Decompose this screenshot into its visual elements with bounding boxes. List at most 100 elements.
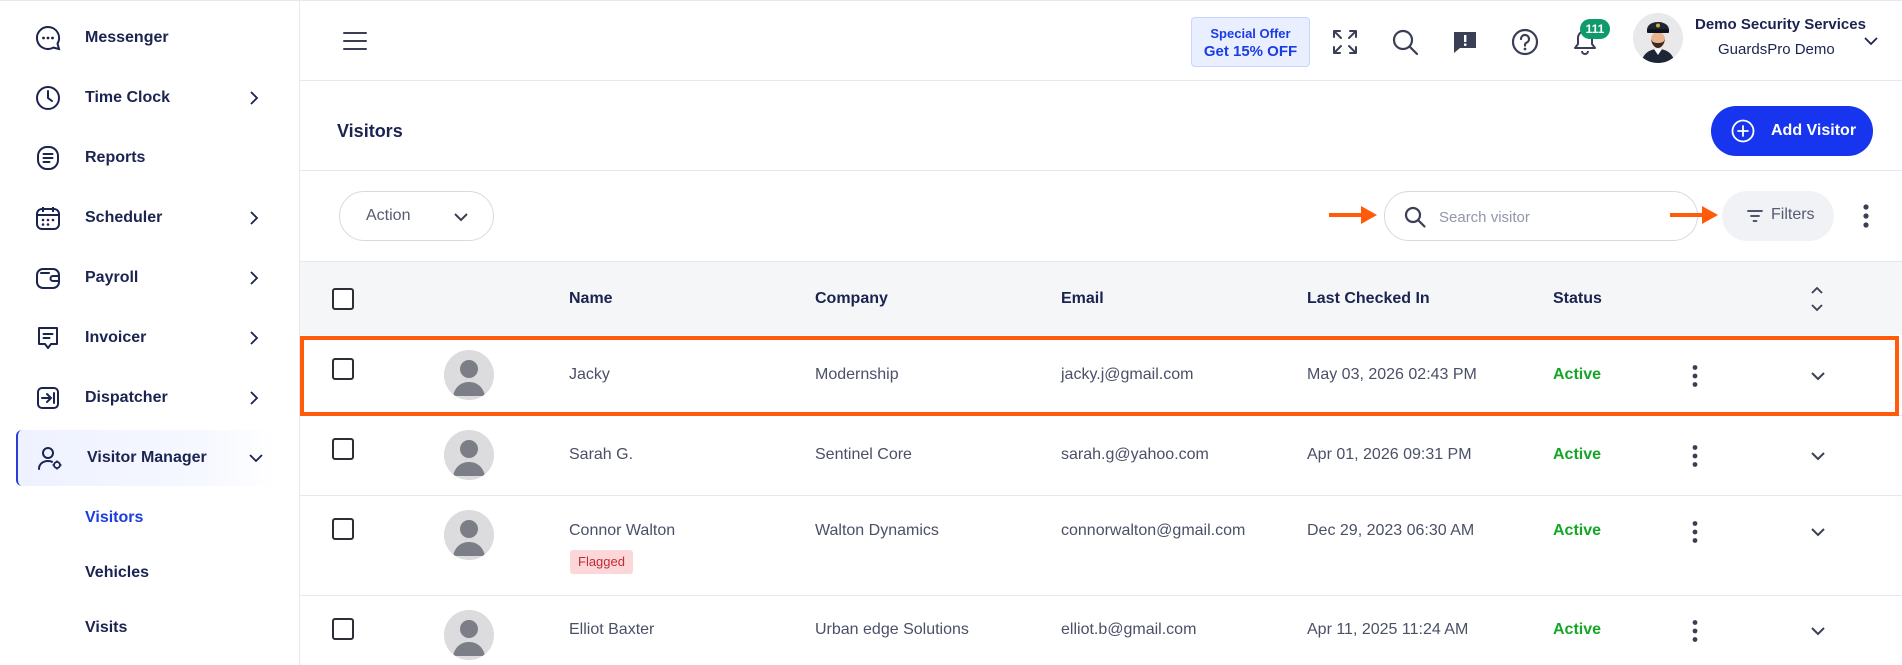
sidebar-item-visitor-manager[interactable]: Visitor Manager	[16, 430, 278, 486]
guard-avatar-icon	[1633, 13, 1683, 63]
visitor-manager-icon	[38, 447, 62, 470]
plus-circle-icon	[1731, 119, 1755, 143]
visitor-last-checked-in: Dec 29, 2023 06:30 AM	[1307, 522, 1475, 539]
visitor-avatar	[444, 350, 494, 400]
row-more-options-icon[interactable]	[1691, 444, 1699, 468]
fullscreen-icon[interactable]	[1330, 27, 1360, 57]
flagged-badge: Flagged	[570, 550, 633, 574]
add-visitor-button[interactable]: Add Visitor	[1711, 106, 1873, 156]
table-row[interactable]: Elliot Baxter Urban edge Solutions ellio…	[300, 596, 1902, 665]
visitor-company: Urban edge Solutions	[815, 621, 969, 638]
status-badge: Active	[1553, 621, 1602, 638]
action-dropdown[interactable]: Action	[339, 191, 494, 241]
column-header-status[interactable]: Status	[1553, 290, 1602, 308]
sidebar: Messenger Time Clock Reports Scheduler P…	[0, 0, 300, 665]
select-all-checkbox[interactable]	[332, 288, 354, 310]
expand-row-chevron-icon[interactable]	[1809, 523, 1827, 541]
table-row[interactable]: Sarah G. Sentinel Core sarah.g@yahoo.com…	[300, 416, 1902, 496]
sidebar-item-label: Messenger	[85, 29, 169, 46]
sidebar-subitem-visits[interactable]: Visits	[85, 619, 127, 637]
row-checkbox[interactable]	[332, 358, 354, 380]
table-row[interactable]: Connor Walton Flagged Walton Dynamics co…	[300, 496, 1902, 596]
visitor-avatar	[444, 510, 494, 560]
expand-row-chevron-icon[interactable]	[1809, 367, 1827, 385]
sidebar-item-reports[interactable]: Reports	[16, 130, 278, 186]
visitor-avatar	[444, 430, 494, 480]
sidebar-subitem-vehicles[interactable]: Vehicles	[85, 564, 149, 582]
filters-button[interactable]: Filters	[1722, 191, 1834, 241]
person-placeholder-icon	[444, 610, 494, 660]
column-header-email[interactable]: Email	[1061, 290, 1104, 308]
special-offer-button[interactable]: Special Offer Get 15% OFF	[1191, 17, 1310, 67]
visitor-email: sarah.g@yahoo.com	[1061, 446, 1209, 463]
row-checkbox[interactable]	[332, 618, 354, 640]
visitor-last-checked-in: Apr 01, 2026 09:31 PM	[1307, 446, 1472, 463]
divider	[300, 170, 1902, 171]
sidebar-item-dispatcher[interactable]: Dispatcher	[16, 370, 278, 426]
account-name: GuardsPro Demo	[1718, 41, 1835, 58]
sidebar-item-scheduler[interactable]: Scheduler	[16, 190, 278, 246]
hamburger-menu-icon[interactable]	[342, 30, 368, 52]
help-icon[interactable]	[1510, 27, 1540, 57]
add-visitor-label: Add Visitor	[1771, 122, 1857, 139]
topbar: Special Offer Get 15% OFF 111 Demo Secur…	[300, 0, 1902, 81]
visitor-company: Modernship	[815, 366, 899, 383]
table-header: Name Company Email Last Checked In Statu…	[300, 261, 1902, 335]
sidebar-item-invoicer[interactable]: Invoicer	[16, 310, 278, 366]
annotation-arrow-icon	[1670, 206, 1718, 224]
column-header-company[interactable]: Company	[815, 290, 888, 308]
chevron-down-icon[interactable]	[1862, 32, 1880, 50]
filter-icon	[1747, 210, 1763, 222]
table-row[interactable]: Jacky Modernship jacky.j@gmail.com May 0…	[300, 336, 1902, 416]
invoice-icon	[38, 327, 58, 349]
sidebar-item-messenger[interactable]: Messenger	[16, 10, 278, 66]
search-visitor-field	[1384, 191, 1698, 241]
row-more-options-icon[interactable]	[1691, 520, 1699, 544]
sidebar-item-label: Invoicer	[85, 329, 147, 346]
row-more-options-icon[interactable]	[1691, 619, 1699, 643]
visitor-name[interactable]: Sarah G.	[569, 446, 633, 464]
visitor-avatar	[444, 610, 494, 660]
row-checkbox[interactable]	[332, 518, 354, 540]
sidebar-item-label: Dispatcher	[85, 389, 168, 406]
user-avatar[interactable]	[1633, 13, 1683, 63]
notification-badge: 111	[1580, 19, 1610, 39]
offer-discount: Get 15% OFF	[1203, 43, 1298, 60]
visitor-email: jacky.j@gmail.com	[1061, 366, 1194, 383]
visitor-email: elliot.b@gmail.com	[1061, 621, 1197, 638]
more-options-icon[interactable]	[1862, 203, 1870, 229]
calendar-icon	[36, 207, 60, 230]
expand-row-chevron-icon[interactable]	[1809, 447, 1827, 465]
visitor-name[interactable]: Connor Walton	[569, 522, 675, 540]
search-icon[interactable]	[1390, 27, 1420, 57]
chevron-down-icon	[454, 213, 468, 222]
visitor-company: Sentinel Core	[815, 446, 912, 463]
status-badge: Active	[1553, 522, 1602, 539]
sidebar-item-payroll[interactable]: Payroll	[16, 250, 278, 306]
page-title: Visitors	[337, 121, 403, 141]
wallet-icon	[36, 268, 60, 289]
search-visitor-input[interactable]	[1439, 205, 1679, 229]
sidebar-item-time-clock[interactable]: Time Clock	[16, 70, 278, 126]
row-more-options-icon[interactable]	[1691, 364, 1699, 388]
sidebar-item-label: Time Clock	[85, 89, 171, 106]
row-checkbox[interactable]	[332, 438, 354, 460]
dispatch-icon	[37, 387, 59, 409]
visitor-last-checked-in: May 03, 2026 02:43 PM	[1307, 366, 1477, 383]
annotation-arrow-icon	[1329, 206, 1377, 224]
visitor-name[interactable]: Jacky	[569, 366, 610, 384]
search-icon	[1404, 206, 1426, 228]
sidebar-subitem-visitors[interactable]: Visitors	[85, 509, 143, 527]
sort-icon[interactable]	[1809, 284, 1825, 314]
feedback-icon[interactable]	[1450, 27, 1480, 57]
company-name: Demo Security Services	[1695, 16, 1866, 33]
offer-title: Special Offer	[1210, 26, 1291, 41]
filters-label: Filters	[1771, 206, 1815, 223]
column-header-last-checked-in[interactable]: Last Checked In	[1307, 290, 1430, 308]
chevron-right-icon	[250, 331, 259, 345]
expand-row-chevron-icon[interactable]	[1809, 622, 1827, 640]
column-header-name[interactable]: Name	[569, 290, 613, 308]
sidebar-item-label: Reports	[85, 149, 146, 166]
chevron-right-icon	[250, 91, 259, 105]
visitor-name[interactable]: Elliot Baxter	[569, 621, 654, 639]
